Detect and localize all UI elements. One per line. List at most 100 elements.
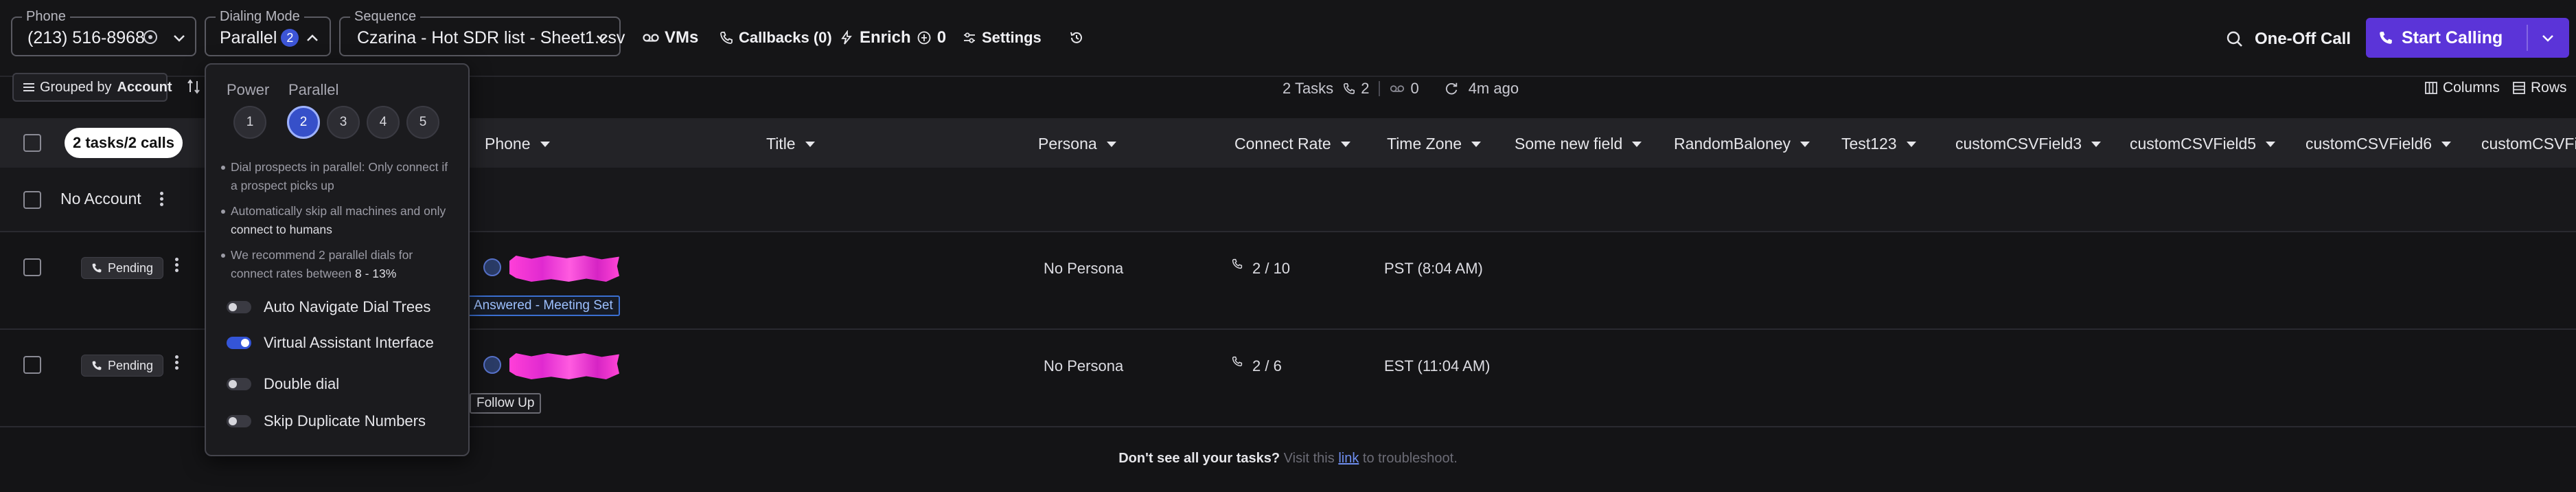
dialing-mode-select[interactable]: Dialing Mode Parallel 2	[205, 8, 331, 56]
group-menu-icon[interactable]	[160, 190, 164, 208]
parallel-2-option[interactable]: 2	[287, 106, 320, 139]
column-header-customcsvfield5[interactable]: customCSVField5	[2130, 135, 2276, 153]
column-header-phone[interactable]: Phone	[485, 135, 550, 153]
column-header-persona[interactable]: Persona	[1038, 135, 1116, 153]
select-all-checkbox[interactable]	[23, 134, 41, 152]
column-header-connect-rate[interactable]: Connect Rate	[1234, 135, 1350, 153]
power-1-option[interactable]: 1	[233, 106, 266, 139]
column-header-customcsvfield3[interactable]: customCSVField3	[1955, 135, 2102, 153]
caret-down-icon	[1106, 141, 1116, 147]
row-menu-icon[interactable]	[175, 256, 179, 274]
caret-down-icon	[2266, 141, 2276, 147]
column-header-time-zone[interactable]: Time Zone	[1387, 135, 1482, 153]
auto-navigate-toggle[interactable]	[227, 301, 251, 313]
enrich-credits-icon	[917, 30, 932, 45]
row-checkbox[interactable]	[23, 356, 41, 374]
grouped-by-value: Account	[117, 79, 172, 95]
history-button[interactable]	[1068, 26, 1085, 49]
column-header-some-new-field[interactable]: Some new field	[1515, 135, 1642, 153]
toggle-label: Double dial	[264, 375, 340, 392]
columns-label: Columns	[2443, 80, 2500, 96]
parallel-count-badge: 2	[281, 29, 299, 47]
phone-small-icon	[1343, 82, 1355, 95]
column-header-customcsvfield6[interactable]: customCSVField6	[2305, 135, 2452, 153]
parallel-5-option[interactable]: 5	[406, 106, 439, 139]
chevron-up-icon[interactable]	[305, 30, 320, 45]
column-header-randombaloney[interactable]: RandomBaloney	[1674, 135, 1810, 153]
chevron-down-icon[interactable]	[172, 30, 187, 45]
caret-down-icon	[1340, 141, 1350, 147]
column-label: Some new field	[1515, 135, 1623, 153]
bullet-highlight: connect to humans	[231, 223, 332, 236]
disposition-tag[interactable]: Follow Up	[470, 393, 542, 414]
start-calling-label: Start Calling	[2402, 27, 2503, 47]
phone-legend: Phone	[22, 8, 70, 25]
callbacks-button[interactable]: Callbacks (0)	[720, 26, 832, 49]
rows-icon	[2513, 82, 2525, 94]
enrich-button[interactable]: Enrich 0	[839, 26, 946, 49]
group-label: No Account	[60, 190, 141, 208]
phone-select[interactable]: Phone (213) 516-8968	[11, 8, 196, 56]
chevron-down-icon[interactable]	[595, 30, 610, 45]
status-badge[interactable]: Pending	[81, 257, 163, 279]
parallel-3-option[interactable]: 3	[327, 106, 360, 139]
column-label: customCSVField3	[1955, 135, 2082, 153]
one-off-call-button[interactable]: One-Off Call	[2226, 27, 2351, 51]
caret-down-icon	[1800, 141, 1810, 147]
info-icon[interactable]	[143, 30, 158, 45]
caret-down-icon	[1906, 141, 1916, 147]
info-bullet: We recommend 2 parallel dials for connec…	[221, 246, 455, 283]
connect-rate-cell: 2 / 6	[1252, 357, 1282, 374]
virtual-assistant-toggle-row[interactable]: Virtual Assistant Interface	[227, 333, 434, 353]
refresh-icon[interactable]	[1444, 81, 1459, 96]
column-label: Persona	[1038, 135, 1097, 153]
sliders-icon	[963, 31, 976, 45]
status-label: Pending	[107, 358, 154, 372]
calls-count: 2	[1361, 80, 1370, 97]
phone-icon	[91, 360, 102, 371]
toggle-label: Skip Duplicate Numbers	[264, 412, 426, 429]
skip-duplicates-toggle-row[interactable]: Skip Duplicate Numbers	[227, 411, 426, 432]
phone-icon	[91, 262, 102, 273]
column-header-customcsvfie[interactable]: customCSVFie	[2481, 135, 2576, 153]
status-badge[interactable]: Pending	[81, 355, 163, 377]
skip-duplicates-toggle[interactable]	[227, 415, 251, 427]
vms-button[interactable]: VMs	[643, 26, 698, 49]
status-label: Pending	[107, 260, 154, 275]
footer-question: Don't see all your tasks?	[1118, 451, 1280, 466]
time-zone-cell: PST (8:04 AM)	[1384, 260, 1483, 277]
double-dial-toggle[interactable]	[227, 378, 251, 390]
row-checkbox[interactable]	[23, 258, 41, 276]
stats-divider	[1379, 81, 1381, 96]
dialing-mode-popover: Power Parallel 1 2 3 4 5 Dial prospects …	[205, 63, 470, 456]
auto-navigate-toggle-row[interactable]: Auto Navigate Dial Trees	[227, 297, 430, 317]
enrich-count: 0	[936, 28, 947, 47]
grouped-by-button[interactable]: Grouped by Account	[12, 73, 172, 102]
group-checkbox[interactable]	[23, 191, 41, 209]
rows-button[interactable]: Rows	[2513, 80, 2567, 96]
chevron-down-icon[interactable]	[2540, 30, 2555, 45]
phone-callback-icon	[720, 31, 733, 45]
time-zone-cell: EST (11:04 AM)	[1384, 357, 1491, 374]
sequence-value: Czarina - Hot SDR list - Sheet1.csv	[357, 28, 625, 47]
callbacks-label: Callbacks (0)	[739, 29, 832, 46]
start-calling-button[interactable]: Start Calling	[2366, 18, 2569, 58]
column-header-title[interactable]: Title	[766, 135, 815, 153]
sequence-select[interactable]: Sequence Czarina - Hot SDR list - Sheet1…	[339, 8, 625, 56]
connect-rate-cell: 2 / 10	[1252, 260, 1291, 277]
grouped-by-prefix: Grouped by	[40, 79, 112, 95]
vm-count: 0	[1410, 80, 1419, 97]
sparkle-icon	[839, 30, 854, 45]
column-label: Time Zone	[1387, 135, 1462, 153]
disposition-tag[interactable]: Answered - Meeting Set	[467, 295, 620, 316]
row-menu-icon[interactable]	[175, 353, 179, 372]
virtual-assistant-toggle[interactable]	[227, 337, 251, 349]
settings-button[interactable]: Settings	[963, 26, 1042, 49]
columns-button[interactable]: Columns	[2425, 80, 2500, 96]
voicemail-icon	[643, 32, 659, 43]
column-header-test123[interactable]: Test123	[1841, 135, 1916, 153]
troubleshoot-link[interactable]: link	[1338, 451, 1359, 466]
double-dial-toggle-row[interactable]: Double dial	[227, 374, 339, 394]
sort-icon[interactable]	[187, 78, 200, 95]
parallel-4-option[interactable]: 4	[367, 106, 400, 139]
